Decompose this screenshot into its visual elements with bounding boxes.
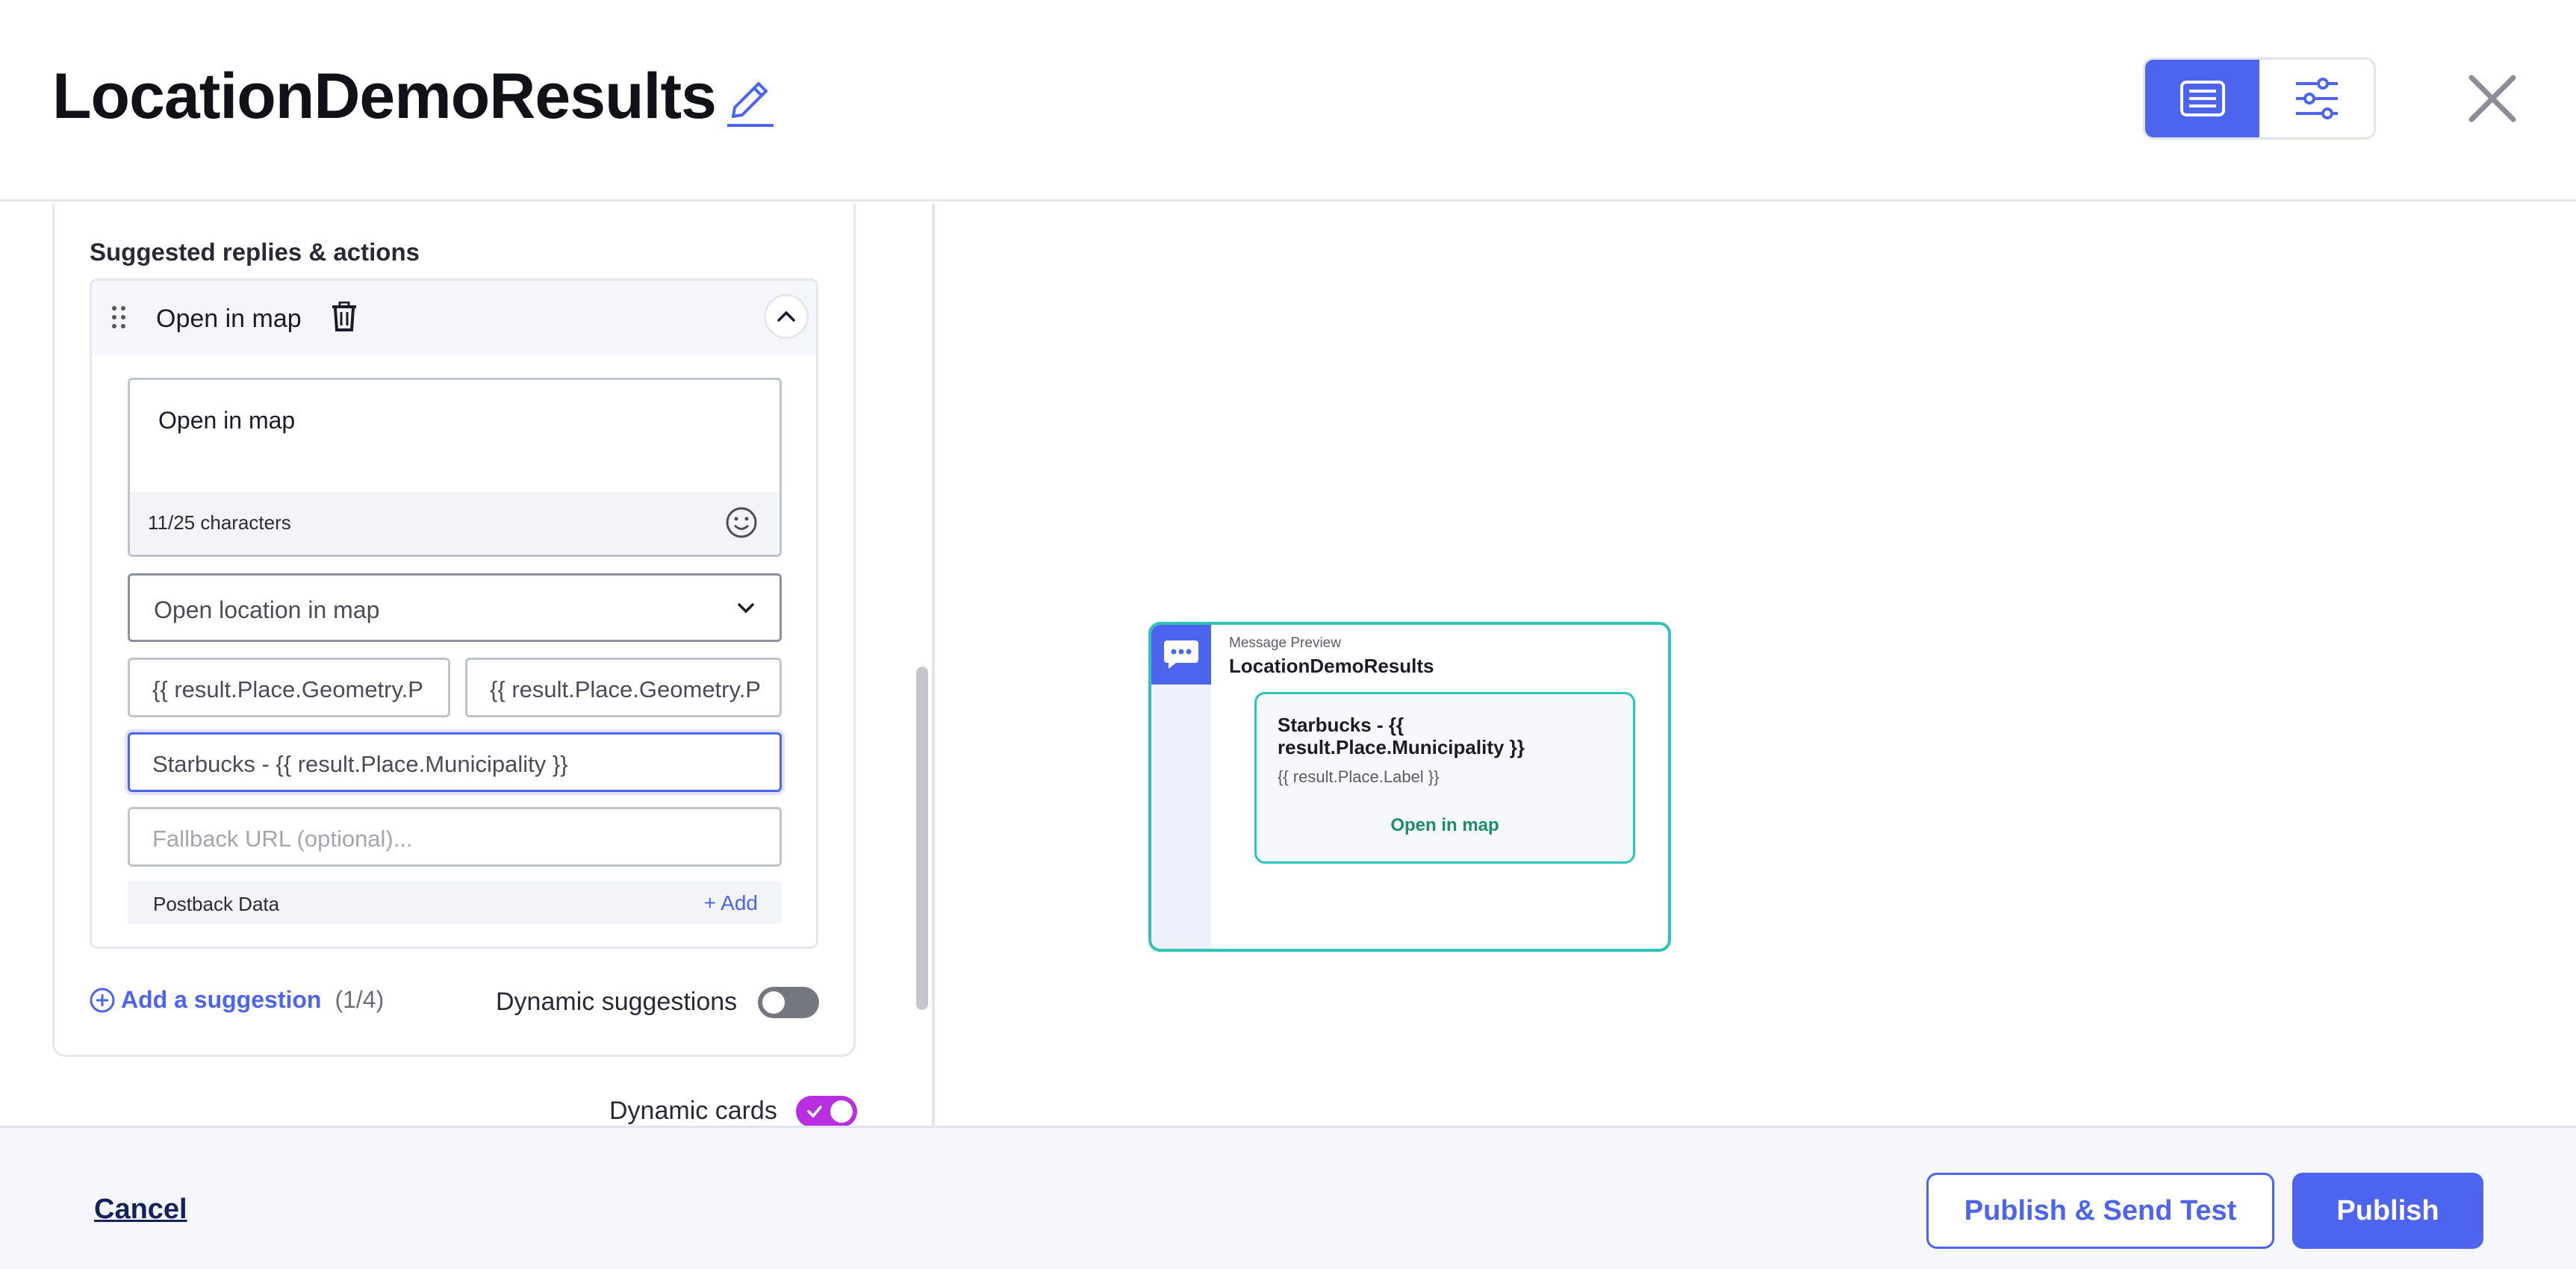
dynamic-suggestions-label: Dynamic suggestions xyxy=(496,988,738,1016)
scrollbar-thumb[interactable] xyxy=(916,667,928,1010)
postback-add-button[interactable]: + Add xyxy=(704,891,758,915)
chevron-up-icon xyxy=(777,311,795,322)
modal-header: LocationDemoResults xyxy=(0,0,2576,202)
location-label-input[interactable]: Starbucks - {{ result.Place.Municipality… xyxy=(128,732,782,792)
cancel-link[interactable]: Cancel xyxy=(94,1194,187,1226)
rich-card-description: {{ result.Place.Label }} xyxy=(1278,767,1440,786)
preview-label: Message Preview xyxy=(1229,635,1341,651)
message-preview: Message Preview LocationDemoResults Star… xyxy=(1148,622,1671,952)
emoji-icon[interactable] xyxy=(724,505,759,540)
suggestion-header[interactable]: Open in map xyxy=(92,281,816,355)
toggle-knob xyxy=(830,1100,853,1123)
postback-data-label: Postback Data xyxy=(153,893,280,915)
publish-button[interactable]: Publish xyxy=(2292,1173,2483,1249)
message-view-button[interactable] xyxy=(2145,60,2259,137)
publish-send-test-button[interactable]: Publish & Send Test xyxy=(1926,1173,2274,1249)
text-field-footer: 11/25 characters xyxy=(130,492,780,555)
trash-icon[interactable] xyxy=(331,301,358,331)
longitude-input[interactable]: {{ result.Place.Geometry.P xyxy=(465,658,782,717)
suggestion-title: Open in map xyxy=(156,305,302,333)
suggestion-text-field[interactable]: Open in map 11/25 characters xyxy=(128,378,782,557)
editor-scrollbar[interactable] xyxy=(912,204,932,1126)
settings-view-button[interactable] xyxy=(2259,60,2374,137)
dynamic-suggestions-toggle[interactable] xyxy=(758,987,819,1018)
character-count: 11/25 characters xyxy=(148,511,291,534)
suggestion-count: (1/4) xyxy=(335,986,385,1013)
latitude-input[interactable]: {{ result.Place.Geometry.P xyxy=(128,658,450,717)
chat-bubble-icon xyxy=(1151,625,1211,685)
chevron-down-icon xyxy=(735,599,757,617)
action-type-select[interactable]: Open location in map xyxy=(128,573,782,642)
dynamic-cards-toggle[interactable] xyxy=(796,1096,857,1126)
rich-card-preview: Starbucks - {{ result.Place.Municipality… xyxy=(1254,692,1635,864)
postback-data-row: Postback Data + Add xyxy=(128,881,782,924)
suggestion-text-value[interactable]: Open in map xyxy=(158,407,295,434)
sliders-icon xyxy=(2295,78,2338,119)
preview-title: LocationDemoResults xyxy=(1229,655,1434,677)
add-suggestion-button[interactable]: Add a suggestion (1/4) xyxy=(90,986,384,1014)
page-title: LocationDemoResults xyxy=(52,60,717,132)
pencil-icon[interactable] xyxy=(724,69,778,128)
fallback-url-placeholder: Fallback URL (optional)... xyxy=(152,826,413,852)
action-type-value: Open location in map xyxy=(154,596,380,623)
add-suggestion-label: Add a suggestion xyxy=(121,986,322,1013)
fallback-url-input[interactable]: Fallback URL (optional)... xyxy=(128,807,782,867)
dynamic-cards-label: Dynamic cards xyxy=(609,1097,777,1125)
suggestion-card: Open in map Open in map 11/25 characters… xyxy=(90,278,818,949)
toggle-knob xyxy=(762,991,785,1014)
check-icon xyxy=(807,1106,822,1118)
rich-card-title: Starbucks - {{ result.Place.Municipality… xyxy=(1278,714,1525,758)
message-list-icon xyxy=(2180,81,2225,116)
close-icon[interactable] xyxy=(2465,72,2519,125)
editor-panel: Suggested replies & actions Open in map xyxy=(0,204,912,1126)
location-label-value: Starbucks - {{ result.Place.Municipality… xyxy=(152,751,568,777)
suggestions-section-label: Suggested replies & actions xyxy=(90,238,420,266)
view-toggle xyxy=(2143,57,2376,140)
longitude-value: {{ result.Place.Geometry.P xyxy=(490,676,761,702)
rich-card-action[interactable]: Open in map xyxy=(1257,815,1633,836)
plus-circle-icon xyxy=(90,988,115,1012)
collapse-button[interactable] xyxy=(764,294,809,339)
preview-panel: Message Preview LocationDemoResults Star… xyxy=(935,204,2576,1126)
modal-footer: Cancel Publish & Send Test Publish xyxy=(0,1126,2576,1269)
latitude-value: {{ result.Place.Geometry.P xyxy=(152,676,423,702)
drag-handle-icon[interactable] xyxy=(110,305,128,330)
